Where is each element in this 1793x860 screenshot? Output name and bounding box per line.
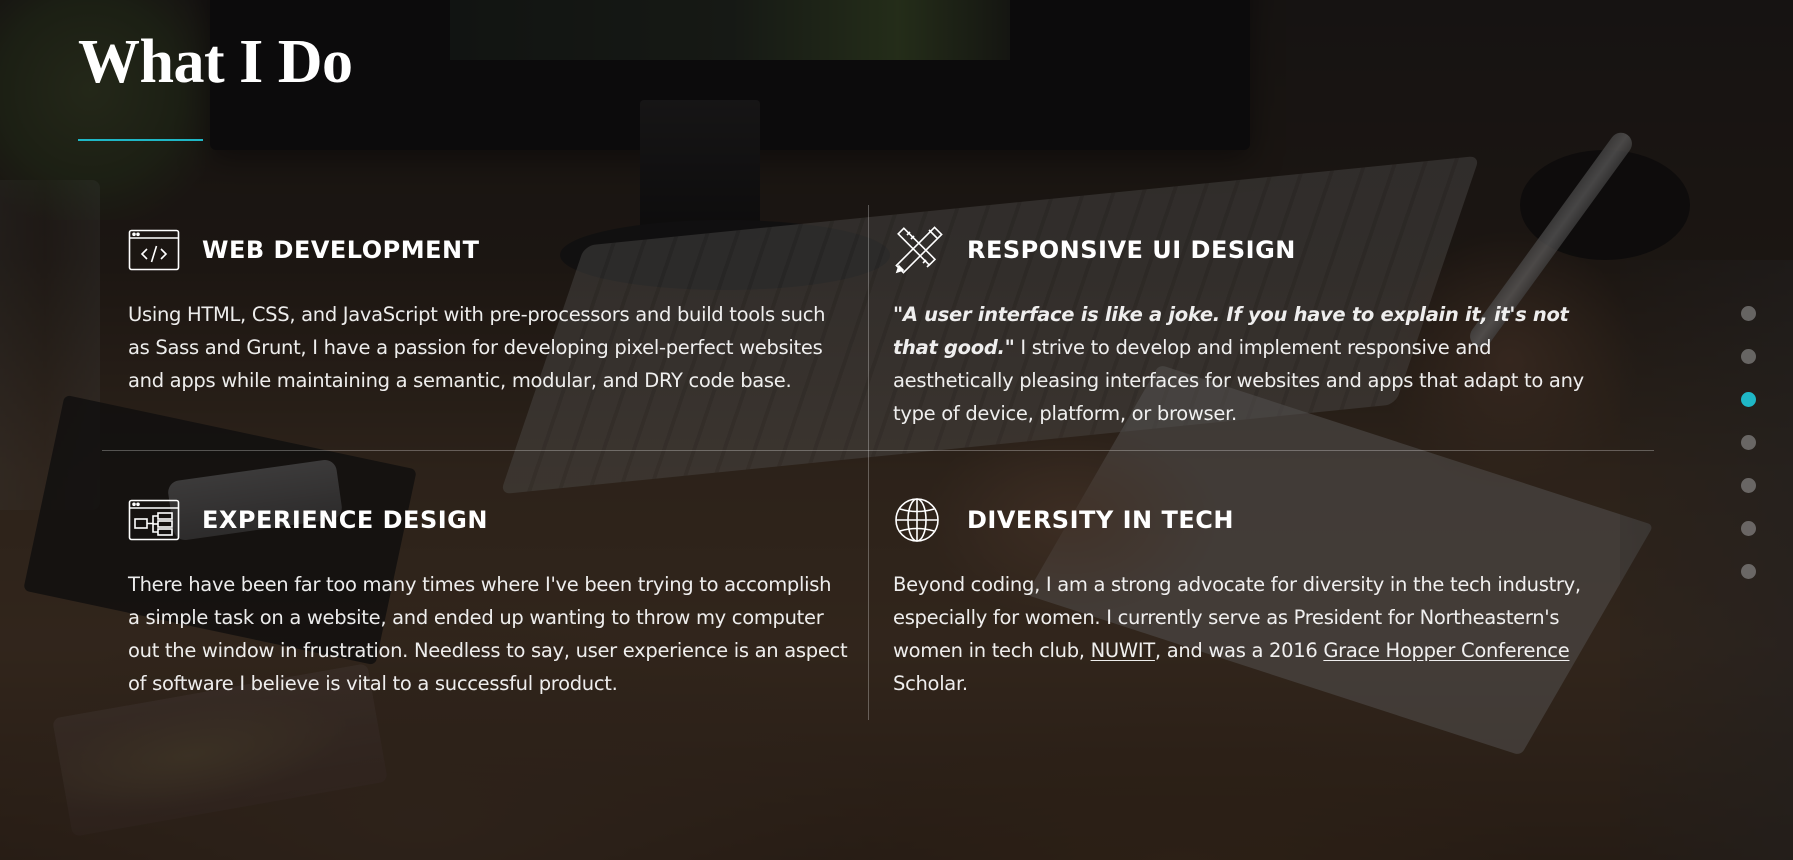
code-window-icon (128, 228, 180, 272)
nuwit-link[interactable]: NUWIT (1091, 639, 1156, 662)
nav-dot-7[interactable] (1741, 564, 1756, 579)
card-heading: DIVERSITY IN TECH (967, 506, 1234, 534)
what-i-do-section: What I Do WEB DEVELOPMENT Using HTML, CS… (0, 0, 1793, 860)
globe-icon (893, 498, 945, 542)
section-dot-nav (1741, 306, 1757, 607)
nav-dot-1[interactable] (1741, 306, 1756, 321)
card-body: There have been far too many times where… (128, 573, 848, 695)
card-body-text: , and was a 2016 (1154, 639, 1324, 662)
card-responsive-ui-design: RESPONSIVE UI DESIGN "A user interface i… (893, 226, 1613, 430)
nav-dot-3-active[interactable] (1741, 392, 1756, 407)
nav-dot-2[interactable] (1741, 349, 1756, 364)
nav-dot-6[interactable] (1741, 521, 1756, 536)
nav-dot-5[interactable] (1741, 478, 1756, 493)
card-body: "A user interface is like a joke. If you… (893, 298, 1613, 430)
card-diversity-in-tech: DIVERSITY IN TECH Beyond coding, I am a … (893, 498, 1613, 700)
sitemap-window-icon (128, 498, 180, 542)
vertical-divider (868, 205, 869, 720)
card-heading: EXPERIENCE DESIGN (202, 506, 488, 534)
card-body: Using HTML, CSS, and JavaScript with pre… (128, 303, 826, 392)
horizontal-divider (102, 450, 1654, 451)
card-web-development: WEB DEVELOPMENT Using HTML, CSS, and Jav… (128, 228, 848, 397)
card-body-text: Scholar. (893, 672, 968, 695)
section-title: What I Do (78, 28, 353, 96)
card-experience-design: EXPERIENCE DESIGN There have been far to… (128, 498, 848, 700)
card-body: Beyond coding, I am a strong advocate fo… (893, 568, 1613, 700)
title-underline (78, 139, 203, 141)
pencil-ruler-icon (893, 226, 945, 274)
card-heading: RESPONSIVE UI DESIGN (967, 236, 1296, 264)
grace-hopper-link[interactable]: Grace Hopper Conference (1323, 639, 1569, 662)
nav-dot-4[interactable] (1741, 435, 1756, 450)
card-heading: WEB DEVELOPMENT (202, 236, 480, 264)
dark-overlay (0, 0, 1793, 860)
